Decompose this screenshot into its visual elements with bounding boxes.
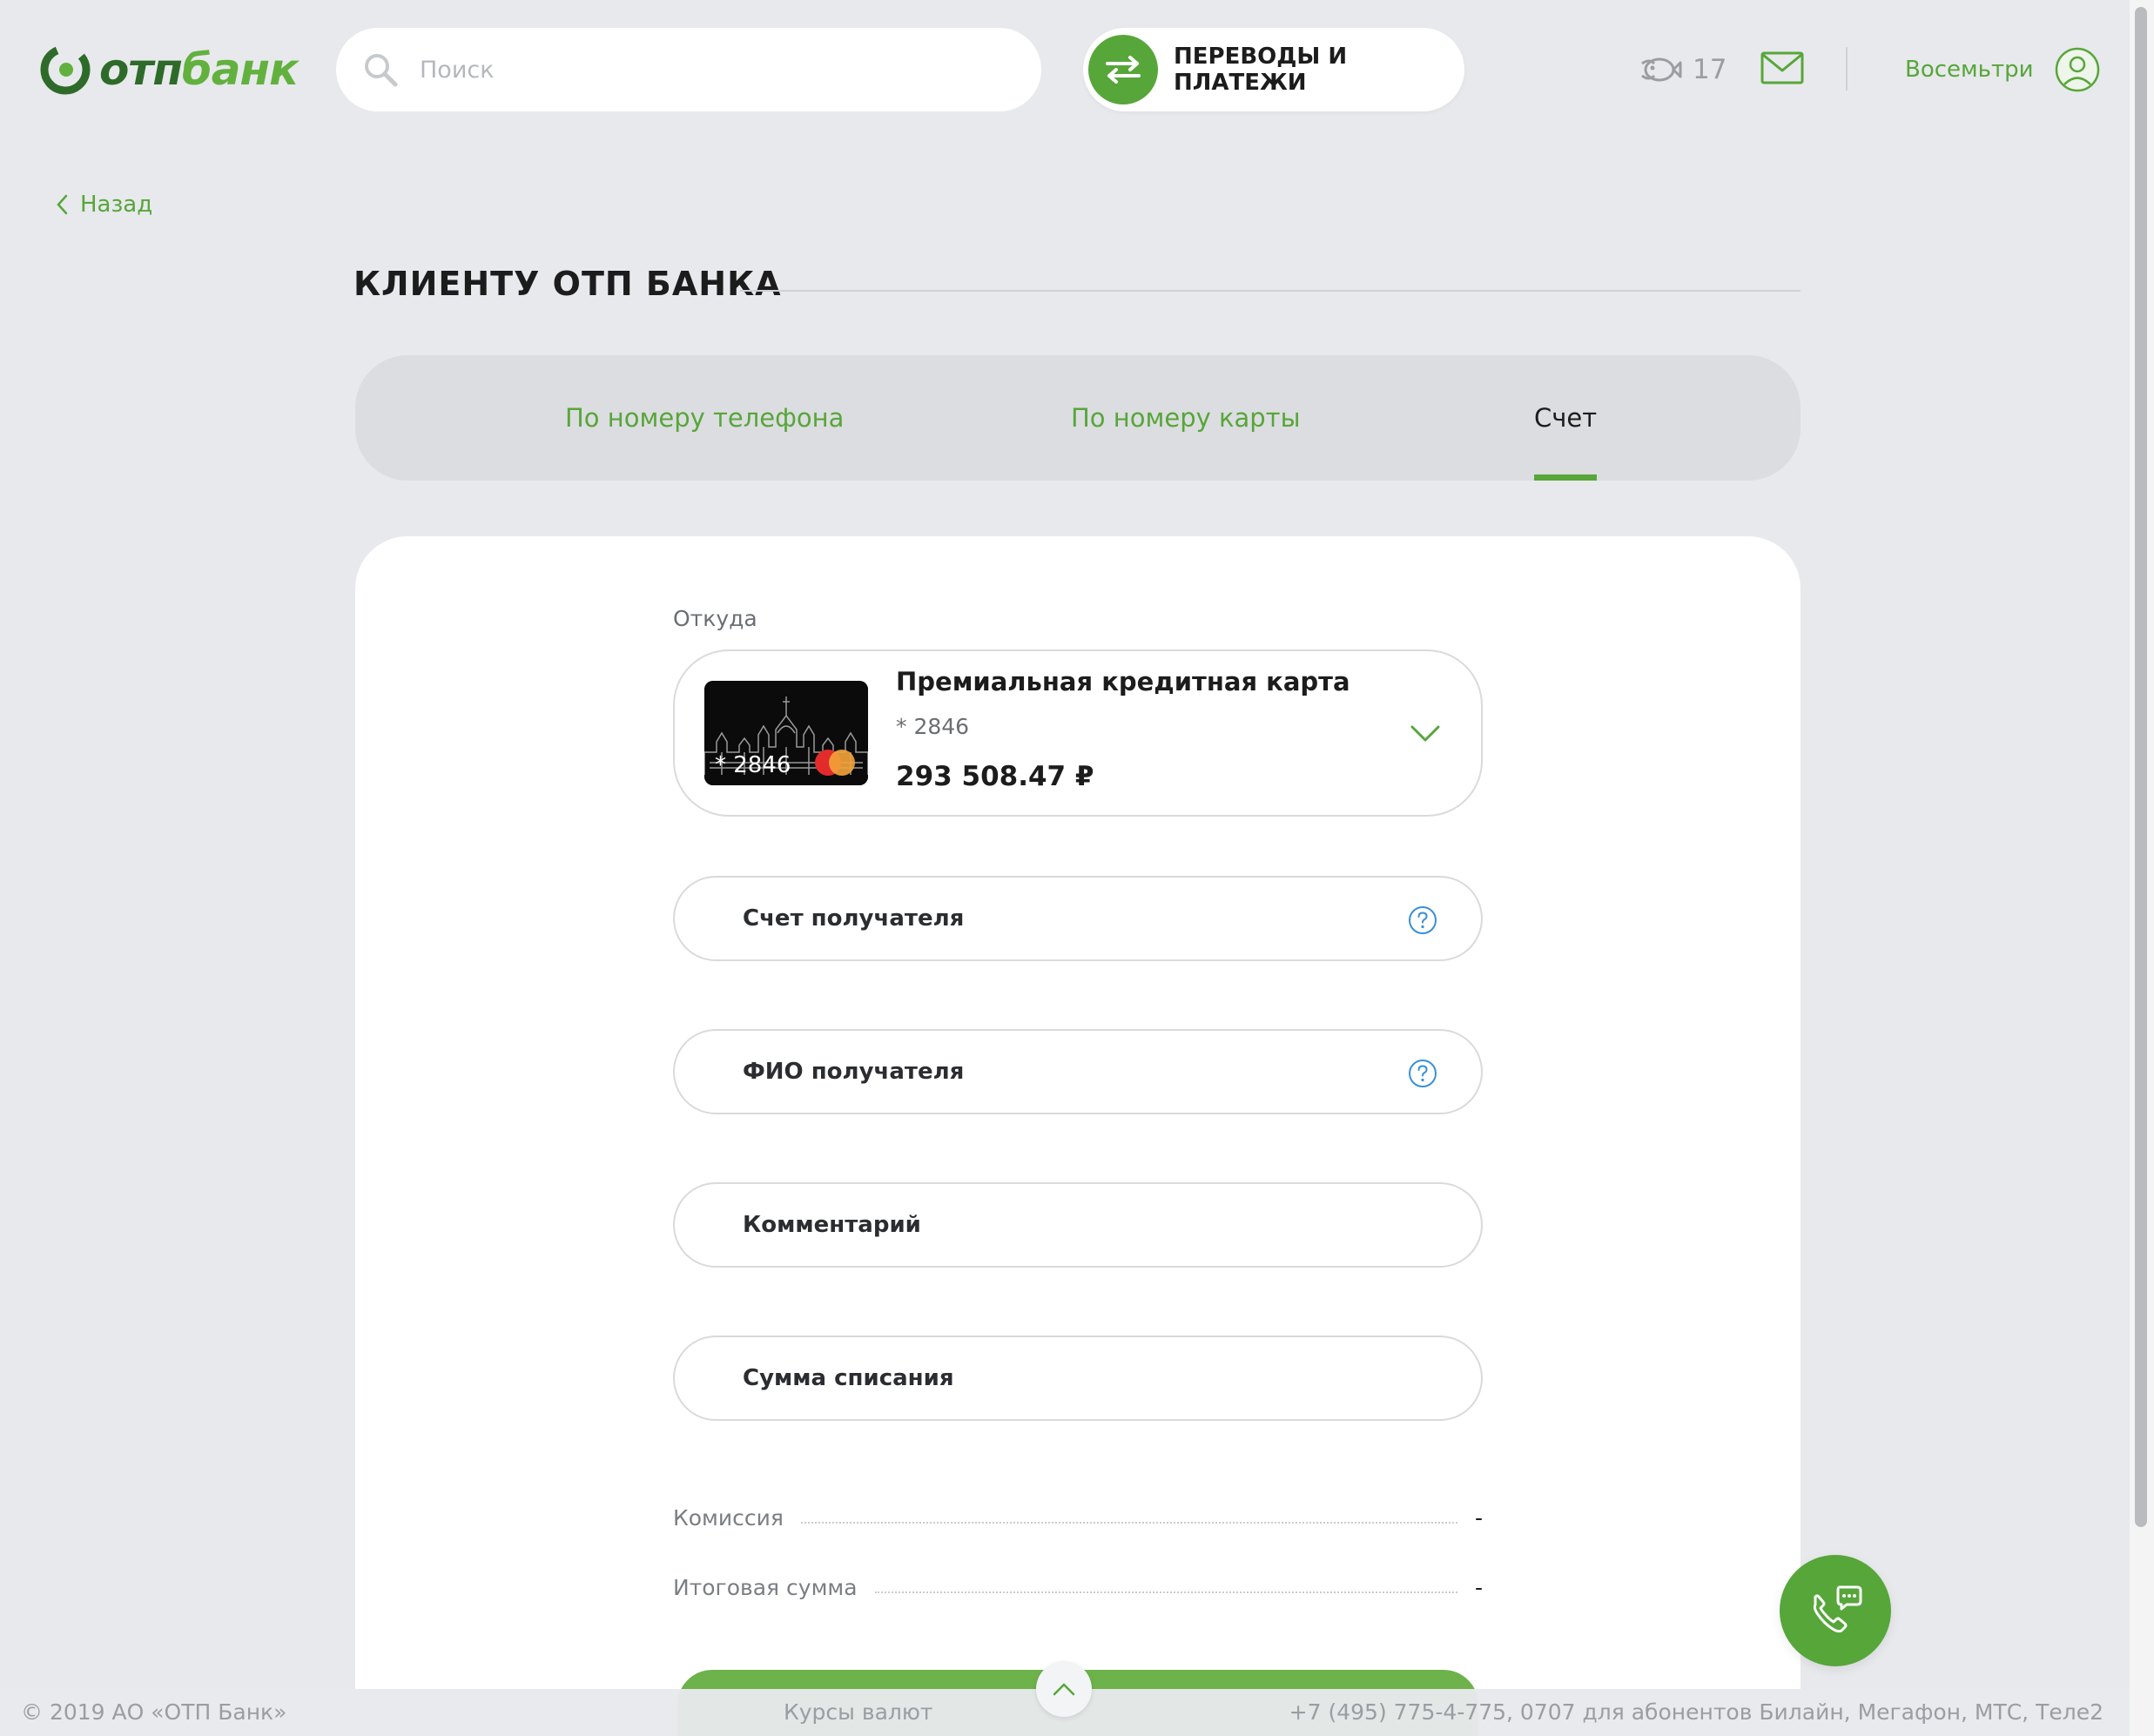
user-profile[interactable]: Восемьтри	[1905, 45, 2100, 94]
tab-label: По номеру телефона	[565, 403, 845, 433]
tab-account[interactable]: Счет	[1534, 355, 1598, 481]
source-card-select[interactable]: * 2846 Премиальная кредитная карта * 284…	[673, 649, 1483, 817]
call-chat-button[interactable]	[1780, 1555, 1891, 1666]
contact-phones: +7 (495) 775-4-775, 0707 для абонентов Б…	[1289, 1699, 2104, 1725]
user-name: Восемьтри	[1905, 57, 2034, 83]
card-name: Премиальная кредитная карта	[896, 667, 1350, 696]
mastercard-logo-icon	[815, 750, 855, 776]
chevron-down-icon	[1410, 725, 1440, 742]
tab-by-phone[interactable]: По номеру телефона	[565, 355, 844, 481]
total-label: Итоговая сумма	[673, 1575, 858, 1600]
search-bar[interactable]	[336, 28, 1041, 111]
total-value: -	[1474, 1575, 1483, 1600]
logo-otp-text: отп	[99, 44, 183, 95]
commission-label: Комиссия	[673, 1505, 784, 1531]
recipient-name-field[interactable]	[673, 1029, 1483, 1114]
scrollbar-thumb[interactable]	[2135, 7, 2147, 1527]
comment-input[interactable]	[743, 1212, 1352, 1238]
scroll-to-top-button[interactable]	[1036, 1661, 1092, 1717]
logo-bank-text: банк	[181, 44, 299, 95]
bonus-points[interactable]: 17	[1639, 45, 1727, 94]
back-label: Назад	[80, 192, 153, 218]
copyright: © 2019 АО «ОТП Банк»	[21, 1699, 287, 1725]
transfers-payments-button[interactable]: ПЕРЕВОДЫ И ПЛАТЕЖИ	[1083, 28, 1464, 111]
chevron-left-icon	[57, 194, 68, 215]
card-thumb-number: * 2846	[715, 752, 791, 778]
dotted-leader	[800, 1522, 1457, 1524]
bonus-count: 17	[1693, 54, 1727, 85]
total-row: Итоговая сумма -	[673, 1565, 1483, 1600]
card-balance: 293 508.47 ₽	[896, 761, 1094, 792]
transfers-payments-label: ПЕРЕВОДЫ И ПЛАТЕЖИ	[1174, 44, 1348, 96]
card-image: * 2846	[704, 681, 868, 785]
back-link[interactable]: Назад	[56, 192, 152, 218]
recipient-name-input[interactable]	[743, 1059, 1352, 1085]
transfer-arrows-icon	[1088, 35, 1158, 104]
bonus-fish-icon	[1641, 57, 1682, 82]
tab-label: Счет	[1534, 403, 1598, 433]
commission-row: Комиссия -	[673, 1496, 1483, 1531]
mail-icon[interactable]	[1760, 50, 1804, 85]
tab-label: По номеру карты	[1071, 403, 1301, 433]
commission-value: -	[1474, 1505, 1483, 1531]
search-icon	[365, 54, 398, 87]
tab-by-card[interactable]: По номеру карты	[1071, 355, 1300, 481]
search-input[interactable]	[420, 56, 942, 84]
amount-field[interactable]	[673, 1336, 1483, 1421]
avatar-icon	[2055, 47, 2099, 92]
phone-chat-icon	[1813, 1585, 1862, 1633]
title-divider	[740, 290, 1801, 292]
help-icon[interactable]	[1408, 1059, 1437, 1088]
otp-bank-logo[interactable]: отпбанк	[40, 42, 299, 98]
header-divider	[1846, 47, 1848, 91]
recipient-account-field[interactable]	[673, 876, 1483, 961]
dotted-leader	[874, 1591, 1457, 1593]
otp-logo-icon	[40, 44, 91, 95]
comment-field[interactable]	[673, 1182, 1483, 1268]
active-tab-indicator	[1534, 474, 1598, 481]
transfer-type-tabs: По номеру телефона По номеру карты Счет	[355, 355, 1801, 481]
recipient-account-input[interactable]	[743, 905, 1352, 932]
logo-wordmark: отпбанк	[99, 48, 299, 91]
help-icon[interactable]	[1408, 905, 1437, 935]
currency-rates-link[interactable]: Курсы валют	[784, 1699, 932, 1725]
page-title: КЛИЕНТУ ОТП БАНКА	[353, 265, 782, 303]
card-number: * 2846	[896, 714, 970, 739]
from-label: Откуда	[673, 606, 757, 631]
chevron-up-icon	[1053, 1683, 1075, 1696]
amount-input[interactable]	[743, 1365, 1352, 1391]
